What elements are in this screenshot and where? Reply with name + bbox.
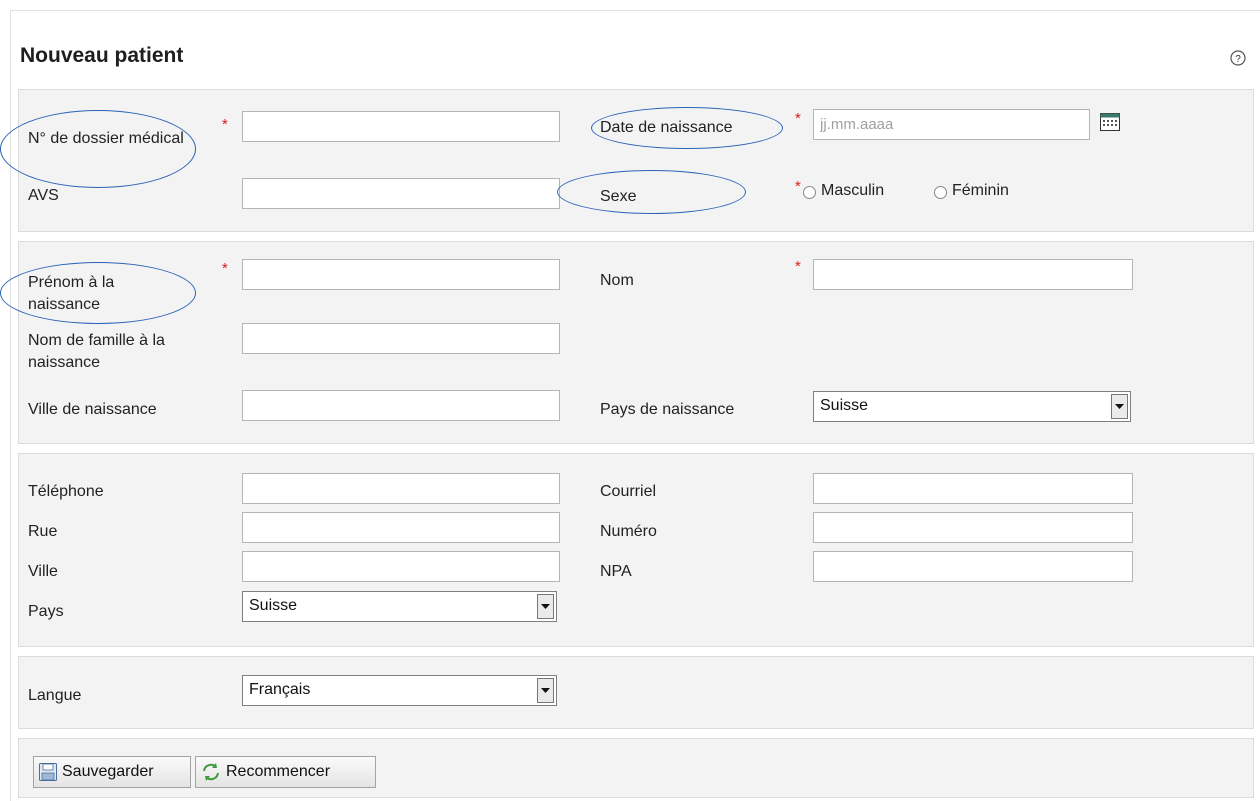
lastname-input[interactable] (813, 259, 1133, 290)
familyname-label-text: Nom de famille à la naissance (28, 332, 165, 371)
birthcountry-value: Suisse (820, 397, 869, 414)
birthcountry-select[interactable]: Suisse (813, 391, 1131, 422)
firstname-label: Prénom à la naissance (28, 272, 188, 316)
required-mark: * (795, 110, 801, 127)
phone-label: Téléphone (28, 483, 104, 500)
firstname-input[interactable] (242, 259, 560, 290)
familyname-input[interactable] (242, 323, 560, 354)
city-input[interactable] (242, 551, 560, 582)
birthcountry-label: Pays de naissance (600, 401, 735, 418)
familyname-label: Nom de famille à la naissance (28, 330, 228, 374)
dossier-label: N° de dossier médical (28, 128, 208, 150)
required-mark: * (222, 116, 228, 133)
dossier-input[interactable] (242, 111, 560, 142)
firstname-label-text: Prénom à la naissance (28, 274, 115, 313)
email-input[interactable] (813, 473, 1133, 504)
help-icon[interactable]: ? (1230, 50, 1246, 66)
birthdate-input[interactable] (813, 109, 1090, 140)
number-input[interactable] (813, 512, 1133, 543)
save-button[interactable]: Sauvegarder (33, 756, 191, 788)
birthcity-label: Ville de naissance (28, 401, 157, 418)
avs-label: AVS (28, 187, 59, 204)
country-value: Suisse (249, 597, 298, 614)
sex-option-male[interactable]: Masculin (821, 180, 884, 202)
reset-button[interactable]: Recommencer (195, 756, 376, 788)
dossier-label-text: N° de dossier médical (28, 130, 184, 147)
sex-option-female[interactable]: Féminin (952, 180, 1009, 202)
save-button-label: Sauvegarder (62, 763, 154, 780)
country-label: Pays (28, 603, 64, 620)
city-label: Ville (28, 563, 58, 580)
language-label: Langue (28, 687, 82, 704)
sex-radio-male[interactable] (803, 186, 816, 199)
language-value: Français (249, 681, 311, 698)
sex-label: Sexe (600, 188, 637, 205)
chevron-down-icon[interactable] (537, 678, 554, 703)
lastname-label: Nom (600, 272, 634, 289)
zip-label: NPA (600, 563, 632, 580)
street-label: Rue (28, 523, 58, 540)
page-title: Nouveau patient (20, 44, 184, 67)
floppy-disk-icon (39, 763, 57, 781)
number-label: Numéro (600, 523, 657, 540)
language-panel (18, 656, 1254, 729)
birthcity-input[interactable] (242, 390, 560, 421)
sex-radio-female[interactable] (934, 186, 947, 199)
calendar-icon[interactable] (1100, 113, 1120, 131)
svg-text:?: ? (1235, 54, 1241, 65)
reset-button-label: Recommencer (226, 763, 331, 780)
phone-input[interactable] (242, 473, 560, 504)
avs-input[interactable] (242, 178, 560, 209)
country-select[interactable]: Suisse (242, 591, 557, 622)
required-mark: * (795, 178, 801, 195)
required-mark: * (795, 258, 801, 275)
language-select[interactable]: Français (242, 675, 557, 706)
email-label: Courriel (600, 483, 657, 500)
required-mark: * (222, 260, 228, 277)
refresh-arrows-icon (203, 763, 219, 781)
birthdate-label: Date de naissance (600, 119, 733, 136)
street-input[interactable] (242, 512, 560, 543)
chevron-down-icon[interactable] (1111, 394, 1128, 419)
chevron-down-icon[interactable] (537, 594, 554, 619)
zip-input[interactable] (813, 551, 1133, 582)
